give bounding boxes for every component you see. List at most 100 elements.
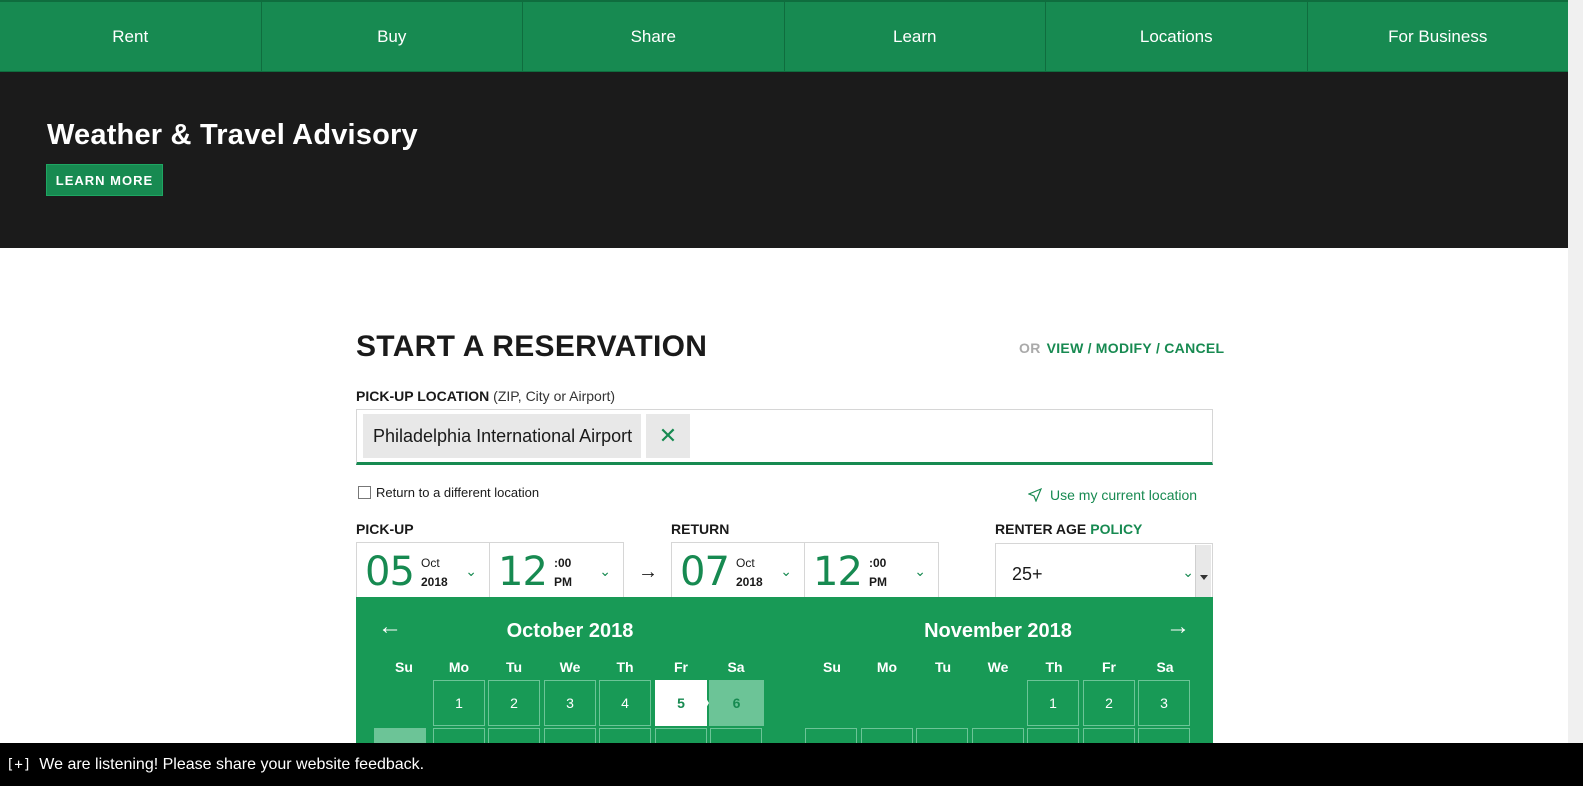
pickup-ampm: PM	[554, 575, 572, 589]
dow-label: Tu	[934, 659, 952, 675]
dow-label: Fr	[674, 659, 688, 675]
policy-link[interactable]: POLICY	[1090, 521, 1142, 537]
dow-label: Th	[1045, 659, 1063, 675]
calendar-day[interactable]	[488, 728, 540, 743]
nav-learn[interactable]: Learn	[785, 2, 1046, 71]
renter-age-value: 25+	[1012, 564, 1043, 584]
chevron-down-icon: ⌄	[465, 563, 477, 579]
calendar-day[interactable]: 4	[599, 680, 651, 726]
nav-locations[interactable]: Locations	[1046, 2, 1308, 71]
nav-share[interactable]: Share	[523, 2, 785, 71]
calendar-day[interactable]	[916, 728, 968, 743]
page-scrollbar[interactable]	[1568, 0, 1583, 743]
expand-icon[interactable]: [+]	[6, 757, 31, 773]
return-time-select[interactable]: 12 :00 PM ⌄	[804, 542, 939, 598]
calendar-day[interactable]	[599, 728, 651, 743]
calendar-day[interactable]	[433, 728, 485, 743]
calendar-day[interactable]: 2	[488, 680, 540, 726]
calendar-day[interactable]: 2	[1083, 680, 1135, 726]
calendar-day-in-range[interactable]: 6	[709, 680, 764, 726]
calendar-day[interactable]	[1083, 728, 1135, 743]
return-different-location[interactable]: Return to a different location	[358, 485, 539, 500]
feedback-text: We are listening! Please share your webs…	[39, 755, 425, 773]
calendar-day[interactable]: 3	[1138, 680, 1190, 726]
dow-label: Su	[395, 659, 413, 675]
return-different-checkbox[interactable]	[358, 486, 371, 499]
november-month-title: November 2018	[924, 620, 1072, 642]
feedback-bar[interactable]: [+] We are listening! Please share your …	[0, 743, 1583, 786]
date-picker-calendar: ← → October 2018 November 2018 Su Mo Tu …	[356, 597, 1213, 743]
calendar-day[interactable]	[1027, 728, 1079, 743]
return-different-label: Return to a different location	[376, 485, 540, 500]
renter-age-select[interactable]: 25+ ⌄	[995, 543, 1213, 599]
october-month-title: October 2018	[506, 620, 634, 642]
select-scrollbar[interactable]	[1195, 545, 1211, 597]
chevron-down-icon: ⌄	[780, 563, 792, 579]
chevron-down-icon: ⌄	[599, 563, 611, 579]
or-label: OR	[1019, 340, 1041, 356]
arrow-right-icon: →	[638, 561, 658, 583]
return-year: 2018	[736, 575, 763, 589]
advisory-banner: Weather & Travel Advisory LEARN MORE	[0, 72, 1568, 248]
use-current-location-label: Use my current location	[1050, 487, 1198, 503]
return-month: Oct	[736, 556, 755, 570]
return-ampm: PM	[869, 575, 887, 589]
calendar-day[interactable]: 3	[544, 680, 596, 726]
range-start-notch	[695, 680, 709, 726]
pickup-location-input[interactable]: Philadelphia International Airport ✕	[356, 409, 1213, 465]
dow-label: Mo	[876, 659, 898, 675]
pickup-date-select[interactable]: 05 Oct 2018 ⌄	[356, 542, 490, 598]
pickup-hour: 12	[498, 549, 548, 595]
nav-rent[interactable]: Rent	[0, 2, 262, 71]
calendar-day[interactable]	[1138, 728, 1190, 743]
pickup-location-hint: (ZIP, City or Airport)	[493, 388, 616, 404]
learn-more-button[interactable]: LEARN MORE	[46, 164, 163, 196]
pickup-time-select[interactable]: 12 :00 PM ⌄	[489, 542, 624, 598]
dow-label: Mo	[448, 659, 470, 675]
location-arrow-icon	[1028, 488, 1042, 502]
calendar-day[interactable]: 1	[1027, 680, 1079, 726]
return-hour: 12	[813, 549, 863, 595]
return-minutes: :00	[869, 556, 887, 570]
view-link[interactable]: VIEW	[1047, 340, 1084, 356]
dow-label: We	[559, 659, 581, 675]
nav-for-business[interactable]: For Business	[1308, 2, 1569, 71]
chevron-down-icon: ⌄	[1182, 564, 1194, 580]
calendar-day[interactable]	[710, 728, 762, 743]
cancel-link[interactable]: CANCEL	[1164, 340, 1224, 356]
pickup-day: 05	[365, 549, 415, 595]
dow-label: Su	[823, 659, 841, 675]
calendar-day[interactable]: 1	[433, 680, 485, 726]
dow-label: Tu	[505, 659, 523, 675]
pickup-location-label: PICK-UP LOCATION (ZIP, City or Airport)	[356, 388, 616, 404]
top-nav: Rent Buy Share Learn Locations For Busin…	[0, 0, 1568, 72]
calendar-day[interactable]	[861, 728, 913, 743]
pickup-year: 2018	[421, 575, 448, 589]
dow-label: Fr	[1102, 659, 1116, 675]
return-date-select[interactable]: 07 Oct 2018 ⌄	[671, 542, 805, 598]
dow-label: We	[987, 659, 1009, 675]
return-day: 07	[680, 549, 730, 595]
dow-label: Sa	[727, 659, 745, 675]
chevron-down-icon: ⌄	[914, 563, 926, 579]
use-current-location-link[interactable]: Use my current location	[1028, 487, 1197, 503]
nav-buy[interactable]: Buy	[262, 2, 523, 71]
return-label: RETURN	[671, 521, 730, 537]
calendar-day[interactable]	[655, 728, 707, 743]
reservation-title: START A RESERVATION	[356, 330, 708, 363]
calendar-day[interactable]	[544, 728, 596, 743]
modify-link[interactable]: MODIFY	[1096, 340, 1152, 356]
renter-age-label: RENTER AGE POLICY	[995, 521, 1143, 537]
calendar-day-in-range[interactable]	[374, 728, 426, 743]
dow-label: Th	[616, 659, 634, 675]
dow-label: Sa	[1156, 659, 1174, 675]
pickup-minutes: :00	[554, 556, 572, 570]
pickup-month: Oct	[421, 556, 440, 570]
calendar-day[interactable]	[972, 728, 1024, 743]
close-icon[interactable]: ✕	[646, 414, 690, 458]
calendar-day[interactable]	[805, 728, 857, 743]
advisory-title: Weather & Travel Advisory	[47, 119, 418, 151]
pickup-label: PICK-UP	[356, 521, 414, 537]
location-chip: Philadelphia International Airport	[363, 414, 641, 458]
reservation-links: OR VIEW / MODIFY / CANCEL	[1019, 340, 1225, 356]
